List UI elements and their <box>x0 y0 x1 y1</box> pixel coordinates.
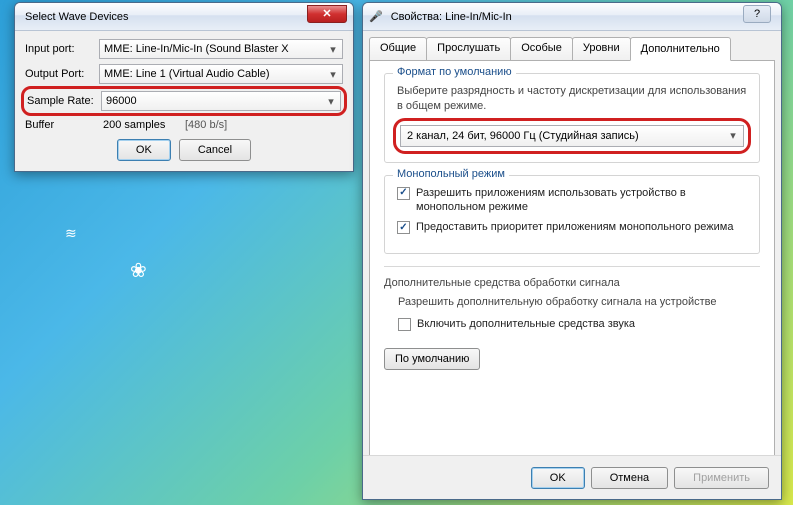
tab-special[interactable]: Особые <box>510 37 573 60</box>
chevron-down-icon: ▾ <box>326 67 340 81</box>
format-combo[interactable]: 2 канал, 24 бит, 96000 Гц (Студийная зап… <box>400 125 744 147</box>
output-port-combo[interactable]: MME: Line 1 (Virtual Audio Cable) ▾ <box>99 64 343 84</box>
mic-icon: 🎤 <box>369 10 383 23</box>
titlebar[interactable]: Select Wave Devices ✕ <box>15 3 353 31</box>
chevron-down-icon: ▾ <box>726 129 740 143</box>
output-port-label: Output Port: <box>25 68 93 80</box>
select-wave-devices-window: Select Wave Devices ✕ Input port: MME: L… <box>14 2 354 172</box>
exclusive-mode-group: Монопольный режим Разрешить приложениям … <box>384 175 760 254</box>
sample-rate-value: 96000 <box>106 95 137 107</box>
close-button[interactable]: ✕ <box>307 5 347 23</box>
sample-rate-highlight: Sample Rate: 96000 ▾ <box>21 86 347 116</box>
format-description: Выберите разрядность и частоту дискретиз… <box>397 84 747 114</box>
buffer-label: Buffer <box>25 119 93 131</box>
input-port-combo[interactable]: MME: Line-In/Mic-In (Sound Blaster X ▾ <box>99 39 343 59</box>
restore-defaults-button[interactable]: По умолчанию <box>384 348 480 370</box>
help-icon: ? <box>754 8 760 20</box>
format-combo-highlight: 2 канал, 24 бит, 96000 Гц (Студийная зап… <box>393 118 751 154</box>
sample-rate-combo[interactable]: 96000 ▾ <box>101 91 341 111</box>
output-port-value: MME: Line 1 (Virtual Audio Cable) <box>104 68 270 80</box>
help-button[interactable]: ? <box>743 5 771 23</box>
properties-window: 🎤 Свойства: Line-In/Mic-In ? Общие Просл… <box>362 2 782 500</box>
exclusive-priority-checkbox[interactable] <box>397 221 410 234</box>
titlebar[interactable]: 🎤 Свойства: Line-In/Mic-In ? <box>363 3 781 31</box>
default-format-group: Формат по умолчанию Выберите разрядность… <box>384 73 760 163</box>
tab-general[interactable]: Общие <box>369 37 427 60</box>
extra-description: Разрешить дополнительную обработку сигна… <box>398 295 760 310</box>
tab-levels[interactable]: Уровни <box>572 37 631 60</box>
group-legend: Монопольный режим <box>393 168 509 180</box>
window-title: Свойства: Line-In/Mic-In <box>387 11 743 23</box>
cancel-button[interactable]: Cancel <box>179 139 251 161</box>
buffer-value: 200 samples <box>99 119 179 131</box>
tab-listen[interactable]: Прослушать <box>426 37 511 60</box>
ok-button[interactable]: OK <box>531 467 585 489</box>
exclusive-priority-label: Предоставить приоритет приложениям моноп… <box>416 220 747 234</box>
dialog-button-bar: OK Отмена Применить <box>363 455 781 499</box>
exclusive-allow-label: Разрешить приложениям использовать устро… <box>416 186 747 215</box>
window-title: Select Wave Devices <box>21 11 307 23</box>
sample-rate-label: Sample Rate: <box>27 95 95 107</box>
chevron-down-icon: ▾ <box>326 42 340 56</box>
apply-button[interactable]: Применить <box>674 467 769 489</box>
exclusive-allow-checkbox[interactable] <box>397 187 410 200</box>
ok-button[interactable]: OK <box>117 139 171 161</box>
extra-enable-checkbox[interactable] <box>398 318 411 331</box>
input-port-value: MME: Line-In/Mic-In (Sound Blaster X <box>104 43 289 55</box>
format-combo-value: 2 канал, 24 бит, 96000 Гц (Студийная зап… <box>407 130 639 142</box>
wallpaper-bird: ≋ <box>65 225 77 242</box>
extra-heading: Дополнительные средства обработки сигнал… <box>384 277 760 289</box>
tab-strip: Общие Прослушать Особые Уровни Дополните… <box>363 31 781 60</box>
chevron-down-icon: ▾ <box>324 94 338 108</box>
divider <box>384 266 760 267</box>
dialog-body: Input port: MME: Line-In/Mic-In (Sound B… <box>15 31 353 171</box>
tab-advanced[interactable]: Дополнительно <box>630 37 731 61</box>
cancel-button[interactable]: Отмена <box>591 467 668 489</box>
group-legend: Формат по умолчанию <box>393 66 516 78</box>
tab-content-advanced: Формат по умолчанию Выберите разрядность… <box>369 60 775 470</box>
buffer-rate: [480 b/s] <box>185 119 227 131</box>
input-port-label: Input port: <box>25 43 93 55</box>
extra-enable-label: Включить дополнительные средства звука <box>417 317 760 331</box>
wallpaper-leaf: ❀ <box>130 258 147 283</box>
close-icon: ✕ <box>322 7 331 20</box>
